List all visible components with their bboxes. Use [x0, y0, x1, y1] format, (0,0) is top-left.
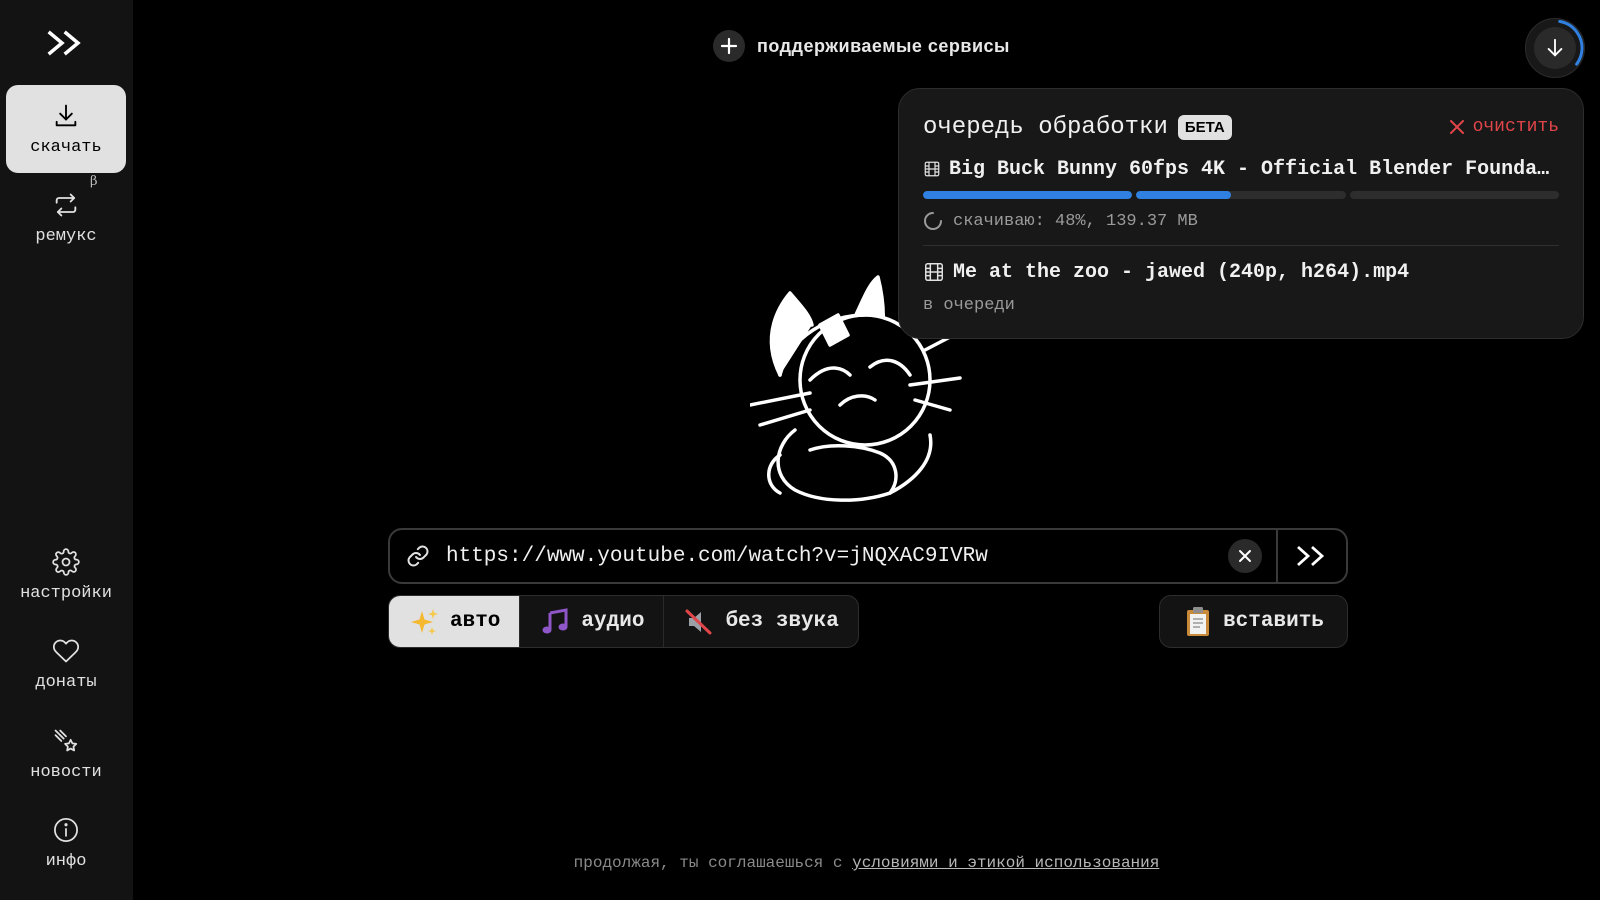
- processing-queue-button[interactable]: [1525, 18, 1585, 78]
- double-chevron-icon: [1297, 545, 1325, 567]
- sidebar-item-donate[interactable]: донаты: [6, 620, 126, 708]
- progress-segment: [1136, 191, 1346, 199]
- gear-icon: [52, 547, 80, 576]
- film-icon: [925, 263, 943, 281]
- supported-services-button[interactable]: поддерживаемые сервисы: [713, 30, 1010, 62]
- progress-ring-icon: [1526, 19, 1584, 77]
- progress-segment: [923, 191, 1133, 199]
- terms-footer: продолжая, ты соглашаешься с условиями и…: [0, 854, 1600, 872]
- remux-icon: [55, 193, 77, 216]
- info-icon: [54, 817, 78, 842]
- supported-services-label: поддерживаемые сервисы: [757, 35, 1010, 56]
- paste-button[interactable]: вставить: [1159, 595, 1348, 648]
- queue-item: Big Buck Bunny 60fps 4K - Official Blend…: [923, 155, 1559, 231]
- beta-superscript: β: [90, 174, 98, 189]
- queue-item: Me at the zoo - jawed (240p, h264).mp4 в…: [923, 258, 1559, 316]
- muted-icon: [683, 606, 715, 638]
- link-icon: [390, 544, 446, 568]
- progress-segment: [1349, 191, 1559, 199]
- mode-label: аудио: [581, 610, 645, 633]
- paste-label: вставить: [1223, 610, 1324, 633]
- clear-queue-button[interactable]: очистить: [1449, 117, 1559, 137]
- sidebar-item-download[interactable]: скачать: [6, 85, 126, 173]
- sidebar-item-settings[interactable]: настройки: [6, 531, 126, 619]
- film-icon: [924, 161, 940, 177]
- sidebar-item-label: настройки: [20, 583, 112, 603]
- sidebar: скачать β ремукс настройки донаты новост…: [0, 0, 133, 900]
- queue-divider: [923, 245, 1559, 246]
- close-icon: [1239, 550, 1251, 562]
- clear-input-button[interactable]: [1228, 539, 1262, 573]
- queue-item-filename: Me at the zoo - jawed (240p, h264).mp4: [953, 260, 1410, 284]
- clear-queue-label: очистить: [1472, 117, 1559, 137]
- sidebar-item-news[interactable]: новости: [6, 710, 126, 798]
- download-mode-switcher: авто аудио без звука: [388, 595, 859, 648]
- queue-item-filename: Big Buck Bunny 60fps 4K - Official Blend…: [949, 157, 1559, 181]
- terms-text: продолжая, ты соглашаешься с: [573, 854, 843, 872]
- sidebar-item-remux[interactable]: β ремукс: [6, 174, 126, 262]
- heart-icon: [53, 639, 79, 662]
- mode-audio-button[interactable]: аудио: [520, 596, 665, 647]
- terms-link[interactable]: условиями и этикой использования: [852, 854, 1159, 872]
- close-icon: [1449, 120, 1464, 134]
- url-input-container: https://www.youtube.com/watch?v=jNQXAC9I…: [388, 528, 1348, 584]
- url-input[interactable]: https://www.youtube.com/watch?v=jNQXAC9I…: [446, 545, 1228, 568]
- sidebar-item-about[interactable]: инфо: [6, 799, 126, 887]
- stars-icon: [54, 729, 78, 751]
- sidebar-item-label: новости: [30, 762, 102, 782]
- download-submit-button[interactable]: [1276, 530, 1346, 582]
- mode-mute-button[interactable]: без звука: [664, 596, 857, 647]
- queue-item-status: в очереди: [923, 296, 1015, 315]
- mode-label: авто: [450, 610, 501, 633]
- sparkles-icon: [408, 606, 440, 638]
- plus-icon: [713, 30, 745, 62]
- download-icon: [55, 104, 77, 126]
- sidebar-item-label: ремукс: [35, 226, 97, 246]
- mode-auto-button[interactable]: авто: [389, 596, 521, 647]
- clipboard-icon: [1187, 606, 1210, 636]
- mode-label: без звука: [725, 610, 839, 633]
- beta-badge: БЕТА: [1177, 114, 1232, 140]
- spinner-icon: [924, 212, 942, 230]
- music-icon: [539, 606, 571, 638]
- download-progress-bar: [923, 191, 1559, 199]
- queue-item-status: скачиваю: 48%, 139.37 MB: [953, 211, 1198, 231]
- processing-queue-popover: очередь обработки БЕТА очистить Big Buck…: [898, 88, 1584, 339]
- sidebar-item-label: скачать: [30, 137, 102, 157]
- cobalt-logo[interactable]: [46, 28, 86, 58]
- sidebar-item-label: донаты: [35, 672, 97, 692]
- queue-title: очередь обработки: [923, 113, 1168, 141]
